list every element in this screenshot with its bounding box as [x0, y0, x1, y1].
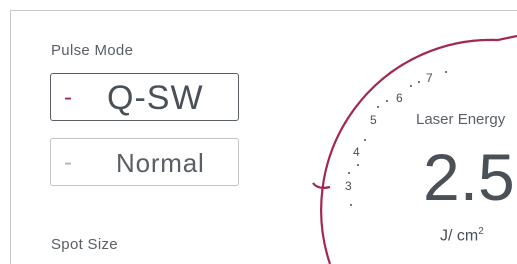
laser-energy-unit: J/ cm2 — [440, 226, 484, 245]
scale-tick — [445, 71, 447, 73]
scale-label-5: 5 — [370, 113, 377, 127]
scale-label-6: 6 — [396, 91, 403, 105]
laser-energy-value: 2.5 — [423, 140, 515, 214]
dial-marker — [312, 182, 331, 189]
scale-tick — [364, 139, 366, 141]
laser-energy-label: Laser Energy — [416, 111, 506, 128]
scale-label-3: 3 — [345, 179, 352, 193]
scale-tick — [357, 164, 359, 166]
scale-tick — [350, 204, 352, 206]
energy-dial[interactable] — [0, 0, 517, 264]
scale-label-7: 7 — [426, 71, 433, 85]
unit-exponent: 2 — [478, 226, 484, 237]
unit-text: J/ cm — [440, 227, 479, 245]
laser-settings-screen: Pulse Mode - Q-SW - Normal Spot Size 3 4… — [0, 0, 517, 264]
scale-tick — [377, 106, 379, 108]
scale-tick — [418, 81, 420, 83]
scale-tick — [386, 100, 388, 102]
scale-tick — [410, 85, 412, 87]
scale-tick — [348, 172, 350, 174]
scale-label-4: 4 — [353, 145, 360, 159]
